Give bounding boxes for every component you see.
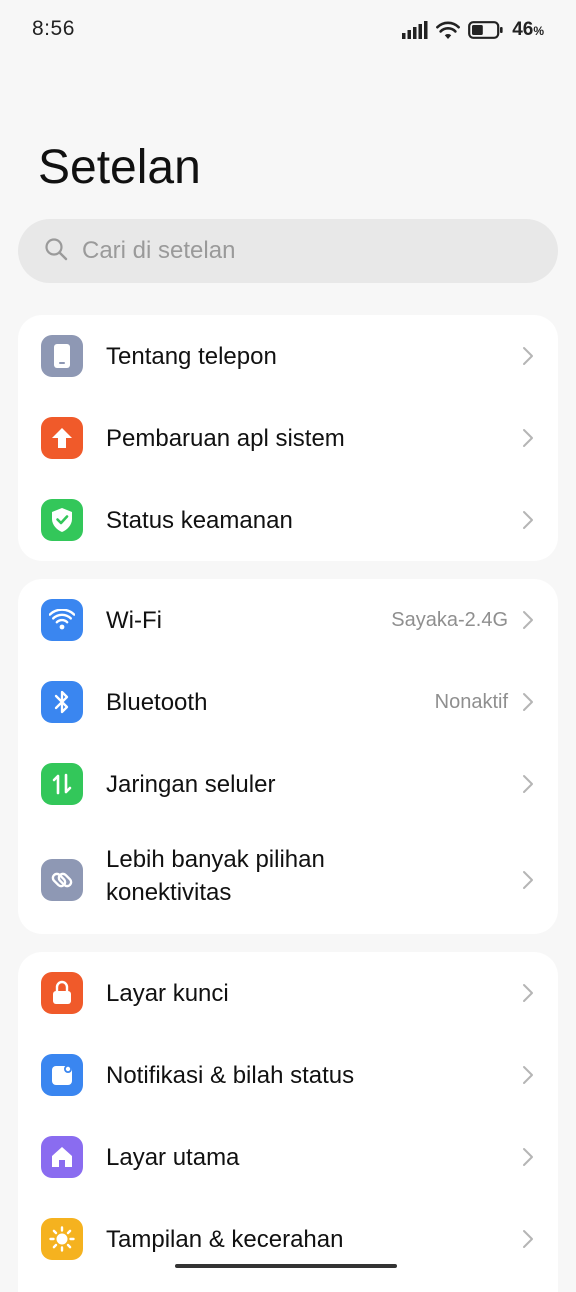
settings-item-wifi[interactable]: Wi-Fi Sayaka-2.4G [18,579,558,661]
settings-item-bluetooth[interactable]: Bluetooth Nonaktif [18,661,558,743]
battery-icon [468,20,504,40]
bluetooth-icon [41,681,83,723]
shield-check-icon [41,499,83,541]
settings-item-label: Jaringan seluler [106,770,276,798]
chevron-right-icon [520,870,536,890]
status-bar: 8:56 46% [0,0,576,60]
chevron-right-icon [520,1065,536,1085]
settings-group-device: Tentang telepon Pembaruan apl sistem Sta… [18,315,558,561]
search-input[interactable]: Cari di setelan [18,219,558,283]
chevron-right-icon [520,510,536,530]
status-time: 8:56 [32,17,75,40]
chevron-right-icon [520,346,536,366]
chevron-right-icon [520,692,536,712]
sun-icon [41,1218,83,1260]
notification-icon [41,1054,83,1096]
settings-item-label: Notifikasi & bilah status [106,1061,355,1089]
settings-item-system-update[interactable]: Pembaruan apl sistem [18,397,558,479]
settings-item-label: Tampilan & kecerahan [106,1225,344,1253]
settings-item-mobile-network[interactable]: Jaringan seluler [18,743,558,825]
settings-item-label: Bluetooth [106,688,208,716]
settings-group-display: Layar kunci Notifikasi & bilah status La… [18,952,558,1292]
home-indicator[interactable] [175,1264,397,1268]
settings-item-more-connectivity[interactable]: Lebih banyak pilihan konektivitas [18,825,558,934]
home-icon [41,1136,83,1178]
settings-item-label: Wi-Fi [106,606,162,634]
signal-icon [402,21,428,39]
chevron-right-icon [520,983,536,1003]
settings-item-notifications[interactable]: Notifikasi & bilah status [18,1034,558,1116]
chevron-right-icon [520,1229,536,1249]
battery-percent: 46% [512,19,544,40]
settings-item-label: Layar kunci [106,979,229,1007]
wifi-network-value: Sayaka-2.4G [391,608,508,631]
settings-group-connectivity: Wi-Fi Sayaka-2.4G Bluetooth Nonaktif Jar… [18,579,558,934]
mobile-data-icon [41,763,83,805]
chevron-right-icon [520,774,536,794]
chevron-right-icon [520,1147,536,1167]
settings-item-label: Status keamanan [106,506,293,534]
phone-icon [41,335,83,377]
settings-item-home-screen[interactable]: Layar utama [18,1116,558,1198]
settings-item-label: Lebih banyak pilihan konektivitas [106,846,325,906]
settings-item-lock-screen[interactable]: Layar kunci [18,952,558,1034]
status-icons: 46% [402,17,544,43]
settings-item-label: Layar utama [106,1143,240,1171]
wifi-status-icon [436,20,461,40]
link-icon [41,858,83,901]
lock-icon [41,972,83,1014]
wifi-icon [41,599,83,641]
settings-item-security-status[interactable]: Status keamanan [18,479,558,561]
settings-item-label: Tentang telepon [106,342,277,370]
chevron-right-icon [520,428,536,448]
search-placeholder: Cari di setelan [82,237,236,264]
search-icon [44,237,68,266]
settings-item-about-phone[interactable]: Tentang telepon [18,315,558,397]
settings-item-label: Pembaruan apl sistem [106,424,345,452]
bluetooth-status-value: Nonaktif [434,690,508,713]
upload-arrow-icon [41,417,83,459]
chevron-right-icon [520,610,536,630]
page-title: Setelan [38,141,201,194]
